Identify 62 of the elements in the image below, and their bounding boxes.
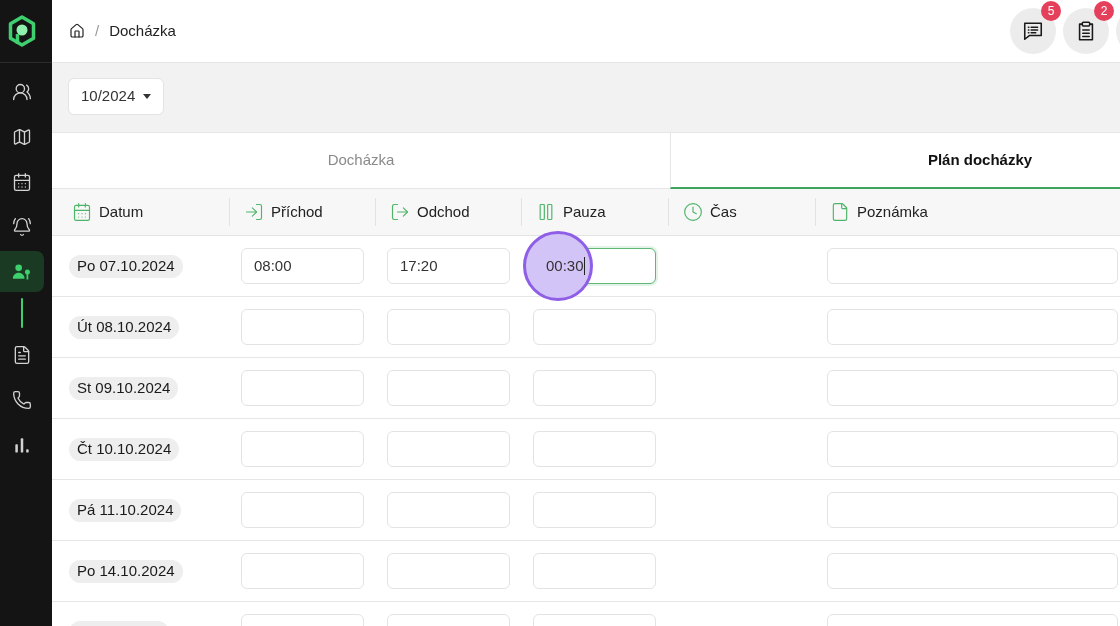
- column-header: Odchod: [417, 201, 470, 222]
- field-value: 00:30: [546, 255, 584, 276]
- header-icon-button[interactable]: [1010, 8, 1056, 54]
- time-field[interactable]: [387, 431, 510, 467]
- caret-icon: [143, 94, 152, 99]
- time-field[interactable]: [533, 492, 656, 528]
- time-field[interactable]: [387, 370, 510, 406]
- note-field[interactable]: [827, 492, 1118, 528]
- column-header: Čas: [710, 201, 737, 222]
- field-value: 17:20: [400, 255, 438, 276]
- logo-icon: [8, 15, 36, 47]
- calendar-icon: [72, 202, 92, 222]
- time-field[interactable]: [533, 431, 656, 467]
- nav-item[interactable]: [0, 251, 44, 292]
- breadcrumb-current: Docházka: [109, 20, 176, 41]
- note-field[interactable]: [827, 370, 1118, 406]
- date-badge: Po 07.10.2024: [69, 254, 183, 278]
- date-badge: St 09.10.2024: [69, 376, 179, 400]
- note-field[interactable]: [827, 553, 1118, 589]
- time-field[interactable]: [241, 492, 364, 528]
- header-icon-button[interactable]: [1063, 8, 1109, 54]
- notification-badge: 2: [1094, 1, 1114, 21]
- note-field[interactable]: [827, 309, 1118, 345]
- month-select[interactable]: 10/2024: [68, 78, 165, 115]
- column-header: Příchod: [271, 201, 323, 222]
- column-header: Poznámka: [857, 201, 928, 222]
- calendar-icon: [12, 171, 32, 192]
- note-field[interactable]: [827, 431, 1118, 467]
- time-field[interactable]: [533, 309, 656, 345]
- date-badge: Út 08.10.2024: [69, 315, 180, 339]
- note-field[interactable]: [827, 248, 1118, 284]
- date-badge: Čt 10.10.2024: [69, 437, 180, 461]
- users-icon: [12, 81, 32, 102]
- date-badge: Pá 11.10.2024: [69, 498, 182, 522]
- time-field[interactable]: [387, 492, 510, 528]
- time-field[interactable]: [387, 309, 510, 345]
- time-field[interactable]: 17:20: [387, 248, 510, 284]
- time-field[interactable]: [533, 553, 656, 589]
- phone-icon: [12, 389, 32, 410]
- file-icon: [830, 202, 850, 222]
- time-field[interactable]: [241, 431, 364, 467]
- time-field[interactable]: [241, 309, 364, 345]
- message-icon: [1022, 20, 1044, 42]
- map-icon: [12, 126, 32, 147]
- column-header: Datum: [99, 201, 144, 222]
- notification-badge: 5: [1041, 1, 1061, 21]
- time-field[interactable]: [387, 553, 510, 589]
- sign-in-icon: [244, 202, 264, 222]
- clock-icon: [683, 202, 703, 222]
- column-header: Pauza: [563, 201, 606, 222]
- time-field[interactable]: [241, 370, 364, 406]
- text-cursor: [583, 257, 585, 275]
- time-field[interactable]: [533, 370, 656, 406]
- breadcrumb-separator: /: [95, 20, 100, 41]
- sign-out-icon: [390, 202, 410, 222]
- home-icon[interactable]: [69, 23, 85, 39]
- time-field[interactable]: [241, 553, 364, 589]
- document-icon: [12, 344, 32, 365]
- time-field[interactable]: 08:00: [241, 248, 364, 284]
- bell-icon: [12, 216, 32, 237]
- field-value: 08:00: [254, 255, 292, 276]
- date-badge: Po 14.10.2024: [69, 559, 183, 583]
